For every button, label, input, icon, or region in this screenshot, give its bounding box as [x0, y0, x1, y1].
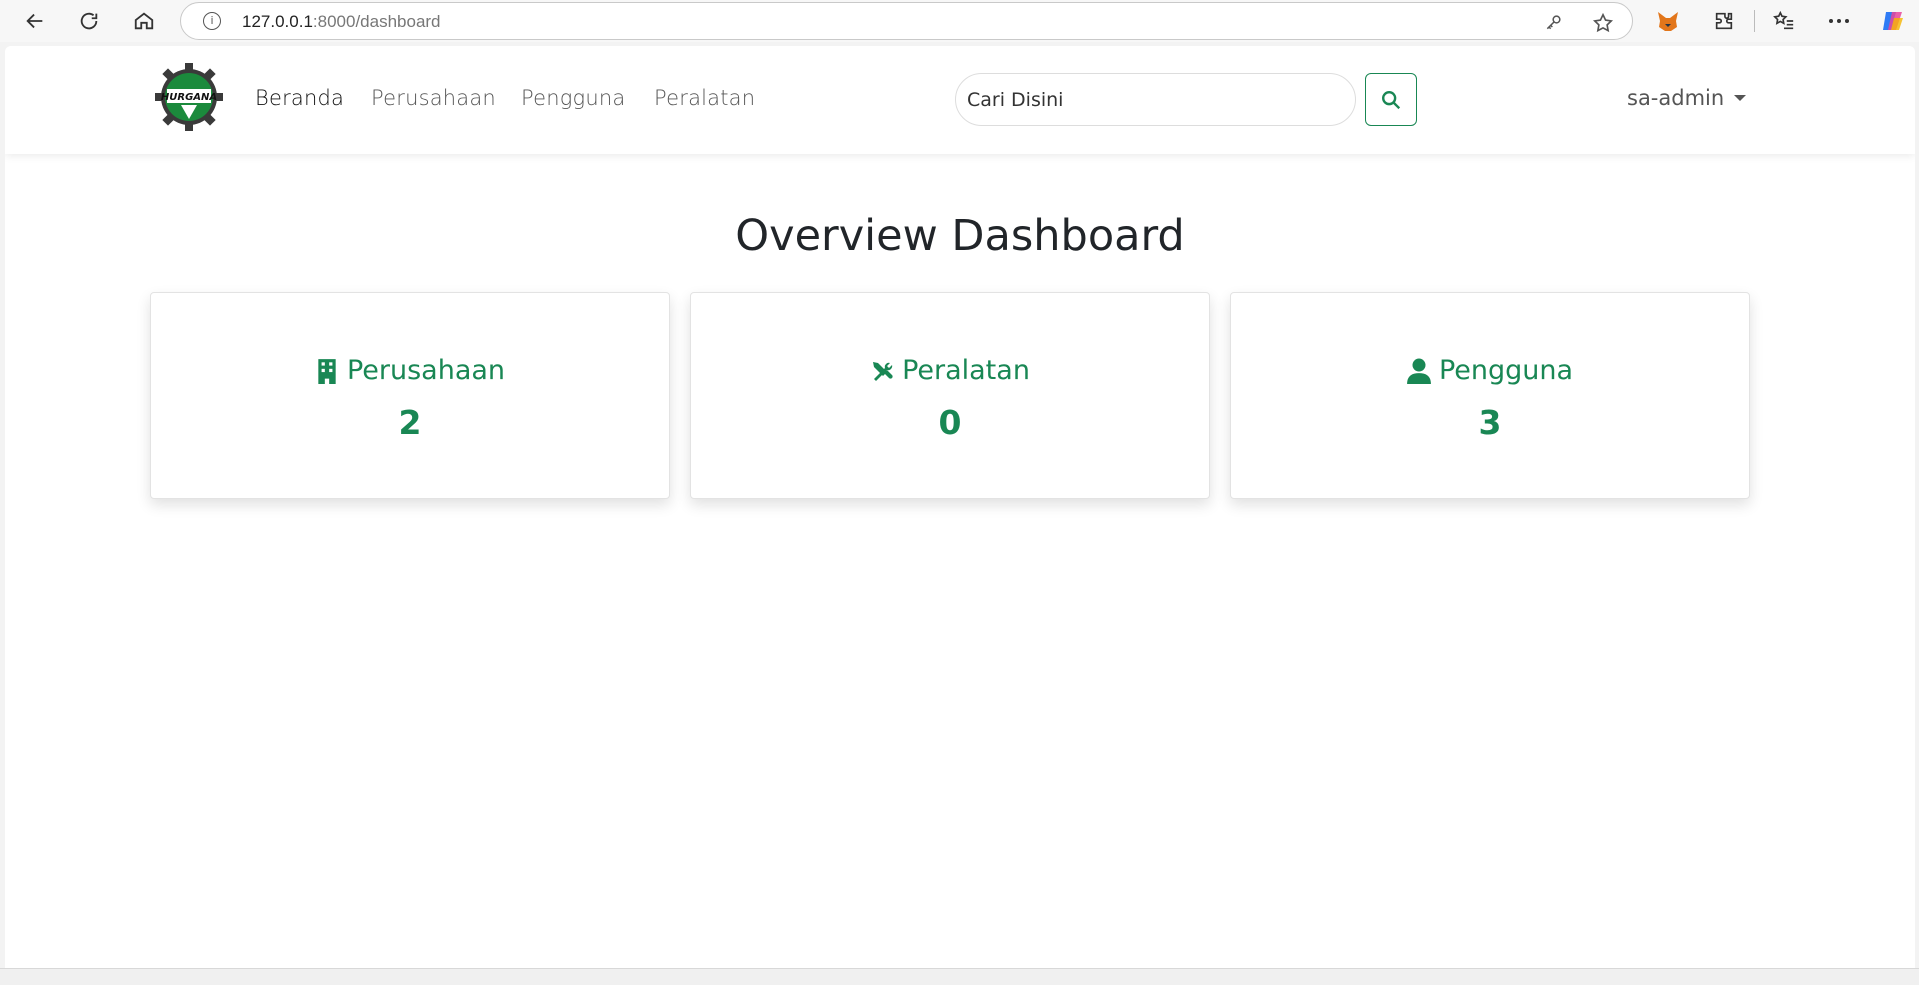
card-header: Pengguna [1231, 355, 1749, 386]
card-value: 3 [1478, 403, 1502, 442]
card-label: Pengguna [1438, 355, 1574, 386]
nav-link-beranda[interactable]: Beranda [255, 86, 344, 110]
info-icon[interactable]: i [203, 12, 221, 30]
top-navbar: HURGANA Beranda Perusahaan Pengguna Pera… [5, 46, 1915, 154]
url-text: 127.0.0.1:8000/dashboard [242, 12, 441, 31]
fox-extension-icon[interactable] [1655, 8, 1681, 34]
page-title: Overview Dashboard [735, 211, 1185, 261]
brand-logo[interactable]: HURGANA [155, 63, 223, 131]
page-viewport: HURGANA Beranda Perusahaan Pengguna Pera… [5, 46, 1915, 968]
tools-icon [873, 361, 893, 381]
nav-link-perusahaan[interactable]: Perusahaan [371, 86, 496, 110]
back-icon[interactable] [18, 4, 52, 38]
stat-card-pengguna[interactable]: Pengguna 3 [1230, 292, 1750, 499]
copilot-icon[interactable] [1880, 8, 1906, 34]
card-value: 2 [398, 403, 422, 442]
stat-card-perusahaan[interactable]: Perusahaan 2 [150, 292, 670, 499]
user-icon [1407, 358, 1431, 384]
more-menu-icon[interactable] [1826, 8, 1852, 34]
toolbar-separator [1754, 10, 1755, 32]
user-dropdown[interactable]: sa-admin [1627, 86, 1747, 110]
nav-link-peralatan[interactable]: Peralatan [654, 86, 755, 110]
building-icon [318, 358, 336, 384]
card-label: Peralatan [902, 355, 1030, 386]
logo-text: HURGANA [161, 92, 217, 103]
address-bar[interactable]: i 127.0.0.1:8000/dashboard [180, 2, 1633, 40]
card-value: 0 [938, 403, 962, 442]
card-header: Perusahaan [151, 355, 669, 386]
nav-link-pengguna[interactable]: Pengguna [521, 86, 625, 110]
stat-card-peralatan[interactable]: Peralatan 0 [690, 292, 1210, 499]
favorite-star-icon[interactable] [1592, 12, 1614, 33]
search-input[interactable]: Cari Disini [955, 73, 1356, 126]
refresh-icon[interactable] [72, 4, 106, 38]
taskbar-edge [0, 968, 1919, 985]
caret-down-icon [1734, 95, 1747, 101]
browser-toolbar: i 127.0.0.1:8000/dashboard [0, 0, 1919, 42]
extensions-puzzle-icon[interactable] [1711, 8, 1737, 34]
favorites-list-icon[interactable] [1771, 8, 1797, 34]
home-icon[interactable] [127, 4, 161, 38]
search-icon [1382, 90, 1401, 109]
user-name: sa-admin [1627, 86, 1725, 110]
card-header: Peralatan [691, 355, 1209, 386]
card-label: Perusahaan [346, 355, 506, 386]
search-button[interactable] [1365, 73, 1417, 126]
key-icon[interactable] [1544, 12, 1564, 32]
